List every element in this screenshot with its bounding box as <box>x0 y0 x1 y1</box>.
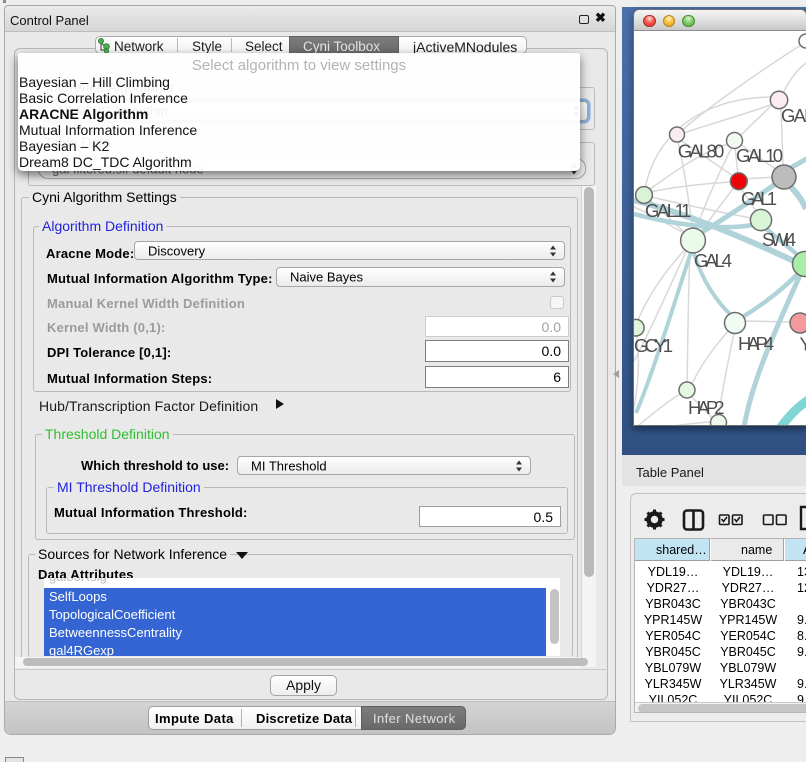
svg-text:HAP2: HAP2 <box>688 397 725 418</box>
svg-text:GAL1: GAL1 <box>741 188 777 209</box>
svg-text:Y: Y <box>800 334 806 355</box>
svg-text:HAP4: HAP4 <box>738 333 774 354</box>
svg-text:GAL11: GAL11 <box>645 200 691 221</box>
svg-text:GAL7: GAL7 <box>781 105 806 126</box>
svg-text:GAL80: GAL80 <box>678 141 725 162</box>
svg-text:GAL4: GAL4 <box>694 250 732 271</box>
svg-text:GAL10: GAL10 <box>736 145 783 166</box>
svg-text:SWI4: SWI4 <box>762 229 796 250</box>
svg-text:GCY1: GCY1 <box>634 335 673 356</box>
